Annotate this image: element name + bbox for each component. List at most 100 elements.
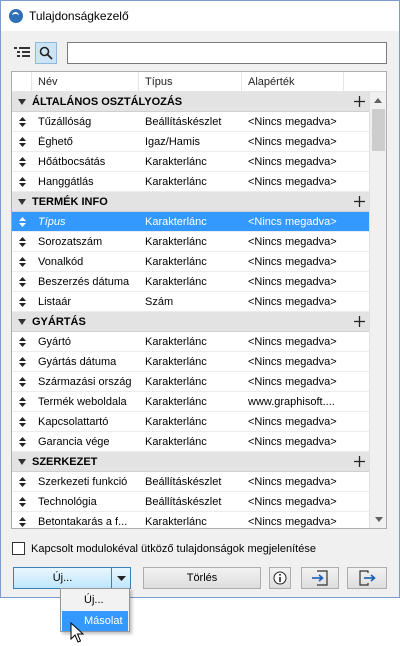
tree-view-button[interactable] [11,42,33,64]
drag-handle-icon [18,296,26,307]
cell-name: Vonalkód [38,255,84,268]
export-button[interactable] [347,567,387,589]
row-drag-handle[interactable] [12,336,32,347]
show-conflicts-label: Kapcsolt modulokéval ütköző tulajdonságo… [31,542,316,555]
table-row[interactable]: Listaár Szám <Nincs megadva> [12,292,370,312]
cell-type: Szám [145,295,174,308]
header-name[interactable]: Név [32,72,139,92]
table-row[interactable]: Garancia vége Karakterlánc <Nincs megadva> [12,432,370,452]
table-row[interactable]: Betontakarás a f... Karakterlánc <Nincs me… [12,512,370,528]
table-row[interactable]: Szerkezeti funkció Beállításkészlet <Nincs… [12,472,370,492]
add-property-button[interactable] [352,94,366,108]
table-row[interactable]: Kapcsolattartó Karakterlánc <Nincs megadva… [12,412,370,432]
drag-handle-icon [18,476,26,487]
row-drag-handle[interactable] [12,256,32,267]
add-property-button[interactable] [352,454,366,468]
drag-handle-icon [18,396,26,407]
add-property-button[interactable] [352,314,366,328]
row-drag-handle[interactable] [12,216,32,227]
table-row[interactable]: Gyártás dátuma Karakterlánc <Nincs megadva… [12,352,370,372]
group-header[interactable]: SZERKEZET [12,452,370,472]
window-title: Tulajdonságkezelő [29,9,129,23]
row-drag-handle[interactable] [12,396,32,407]
title-bar: Tulajdonságkezelő [1,1,399,31]
drag-handle-icon [18,436,26,447]
row-drag-handle[interactable] [12,136,32,147]
row-drag-handle[interactable] [12,356,32,367]
row-drag-handle[interactable] [12,436,32,447]
header-filler [344,72,386,92]
drag-handle-icon [18,356,26,367]
table-row[interactable]: Gyártó Karakterlánc <Nincs megadva> [12,332,370,352]
header-default[interactable]: Alapérték [242,72,344,92]
collapse-triangle-icon [18,318,26,325]
cell-default: <Nincs megadva> [248,515,337,528]
menu-item-new[interactable]: Új... [62,590,128,610]
scroll-down-button[interactable] [370,511,386,528]
row-drag-handle[interactable] [12,496,32,507]
search-toggle-button[interactable] [35,42,57,64]
row-drag-handle[interactable] [12,376,32,387]
table-row[interactable]: Hőátbocsátás Karakterlánc <Nincs megadva> [12,152,370,172]
table-row[interactable]: Éghető Igaz/Hamis <Nincs megadva> [12,132,370,152]
row-drag-handle[interactable] [12,116,32,127]
table-row[interactable]: Származási ország Karakterlánc <Nincs mega… [12,372,370,392]
import-button[interactable] [301,567,339,589]
search-input[interactable] [67,42,387,64]
group-header[interactable]: GYÁRTÁS [12,312,370,332]
table-row[interactable]: Sorozatszám Karakterlánc <Nincs megadva> [12,232,370,252]
group-collapse-toggle[interactable] [12,318,32,325]
scroll-thumb[interactable] [372,109,385,151]
import-icon [312,570,328,586]
table-row[interactable]: Típus Karakterlánc <Nincs megadva> [12,212,370,232]
plus-icon [353,455,365,467]
table-row[interactable]: Hanggátlás Karakterlánc <Nincs megadva> [12,172,370,192]
group-collapse-toggle[interactable] [12,198,32,205]
group-header[interactable]: ÁLTALÁNOS OSZTÁLYOZÁS [12,92,370,112]
cell-default: <Nincs megadva> [248,295,337,308]
cell-type: Beállításkészlet [145,495,222,508]
table-row[interactable]: Termék weboldala Karakterlánc www.graphiso… [12,392,370,412]
row-drag-handle[interactable] [12,416,32,427]
cell-type: Karakterlánc [145,215,207,228]
new-dropdown-toggle[interactable] [112,568,130,588]
cell-default: <Nincs megadva> [248,375,337,388]
scroll-up-button[interactable] [370,92,386,109]
cell-default: <Nincs megadva> [248,475,337,488]
dropdown-arrow-icon [116,575,126,581]
table-row[interactable]: Technológia Beállításkészlet <Nincs megadv… [12,492,370,512]
table-row[interactable]: Beszerzés dátuma Karakterlánc <Nincs megad… [12,272,370,292]
row-drag-handle[interactable] [12,516,32,527]
group-header[interactable]: TERMÉK INFO [12,192,370,212]
table-row[interactable]: Vonalkód Karakterlánc <Nincs megadva> [12,252,370,272]
row-drag-handle[interactable] [12,236,32,247]
cell-name: Beszerzés dátuma [38,275,130,288]
group-collapse-toggle[interactable] [12,98,32,105]
vertical-scrollbar[interactable] [369,92,386,528]
new-button[interactable]: Új... [14,568,112,588]
delete-button[interactable]: Törlés [143,567,261,589]
row-drag-handle[interactable] [12,176,32,187]
row-drag-handle[interactable] [12,276,32,287]
cell-name: Hőátbocsátás [38,155,106,168]
cell-type: Karakterlánc [145,255,207,268]
row-drag-handle[interactable] [12,476,32,487]
export-icon [359,570,376,586]
show-conflicts-checkbox[interactable] [12,542,25,555]
cell-default: <Nincs megadva> [248,235,337,248]
row-drag-handle[interactable] [12,296,32,307]
group-collapse-toggle[interactable] [12,458,32,465]
header-type[interactable]: Típus [139,72,242,92]
cell-name: Tűzállóság [38,115,92,128]
show-conflicts-option[interactable]: Kapcsolt modulokéval ütköző tulajdonságo… [12,542,316,555]
cell-type: Karakterlánc [145,375,207,388]
cell-name: Szerkezeti funkció [38,475,128,488]
table-row[interactable]: Tűzállóság Beállításkészlet <Nincs megadva… [12,112,370,132]
cell-name: Kapcsolattartó [38,415,109,428]
row-drag-handle[interactable] [12,156,32,167]
cell-type: Igaz/Hamis [145,135,201,148]
add-property-button[interactable] [352,194,366,208]
cell-type: Karakterlánc [145,415,207,428]
cell-default: <Nincs megadva> [248,175,337,188]
info-button[interactable] [269,567,291,589]
